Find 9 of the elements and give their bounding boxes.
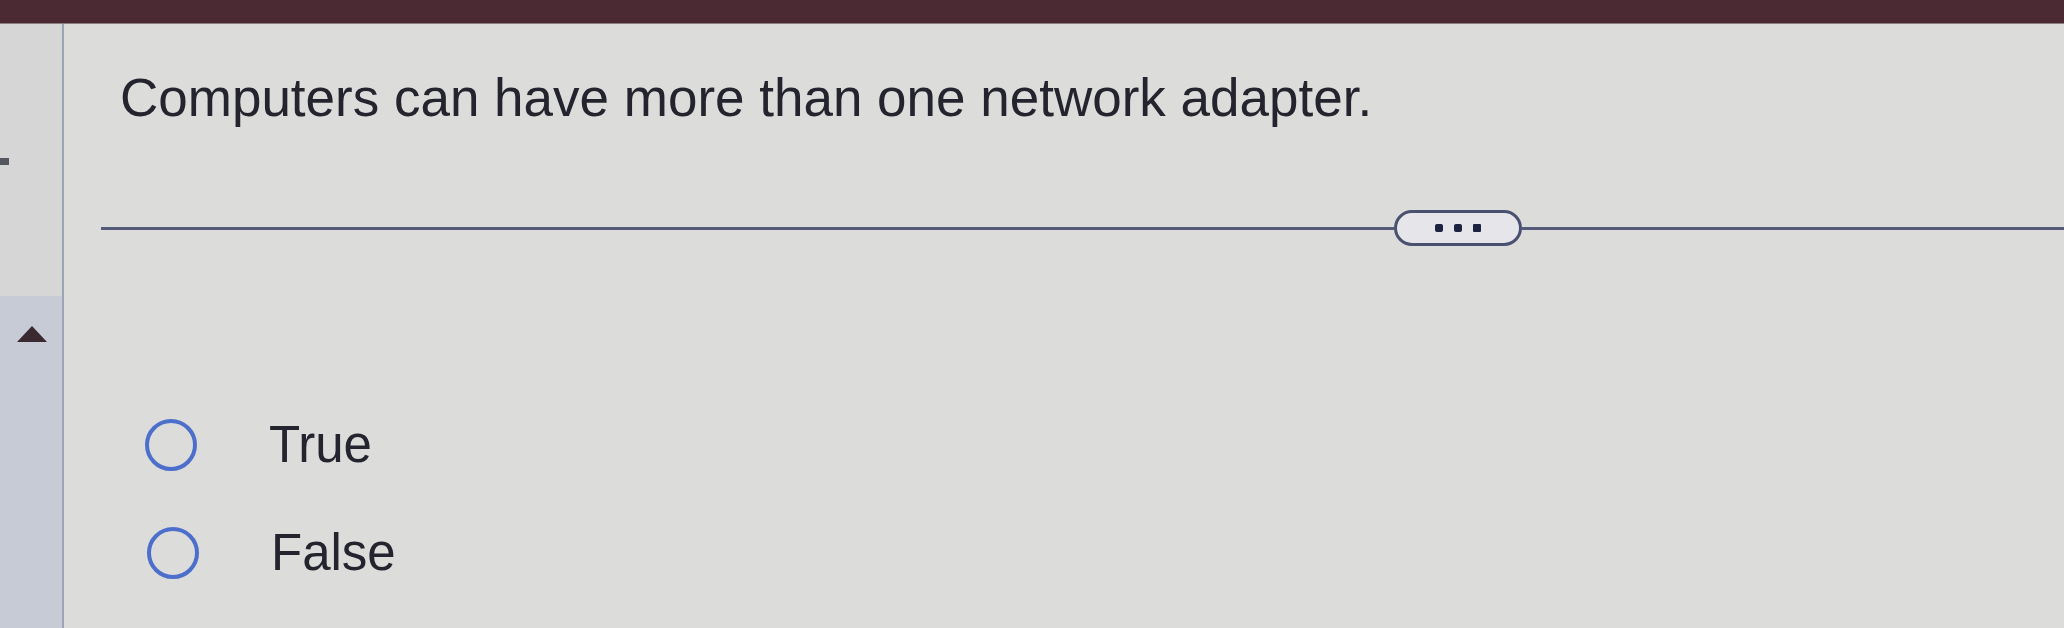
- question-text: Computers can have more than one network adapter.: [120, 68, 1373, 128]
- up-triangle-icon[interactable]: [17, 326, 47, 342]
- option-label[interactable]: True: [269, 416, 372, 474]
- ellipsis-icon: [1435, 224, 1481, 232]
- radio-button[interactable]: [147, 527, 199, 579]
- more-options-button[interactable]: [1394, 210, 1522, 246]
- option-label[interactable]: False: [271, 524, 396, 582]
- dash-icon: [0, 158, 9, 165]
- radio-button[interactable]: [145, 419, 197, 471]
